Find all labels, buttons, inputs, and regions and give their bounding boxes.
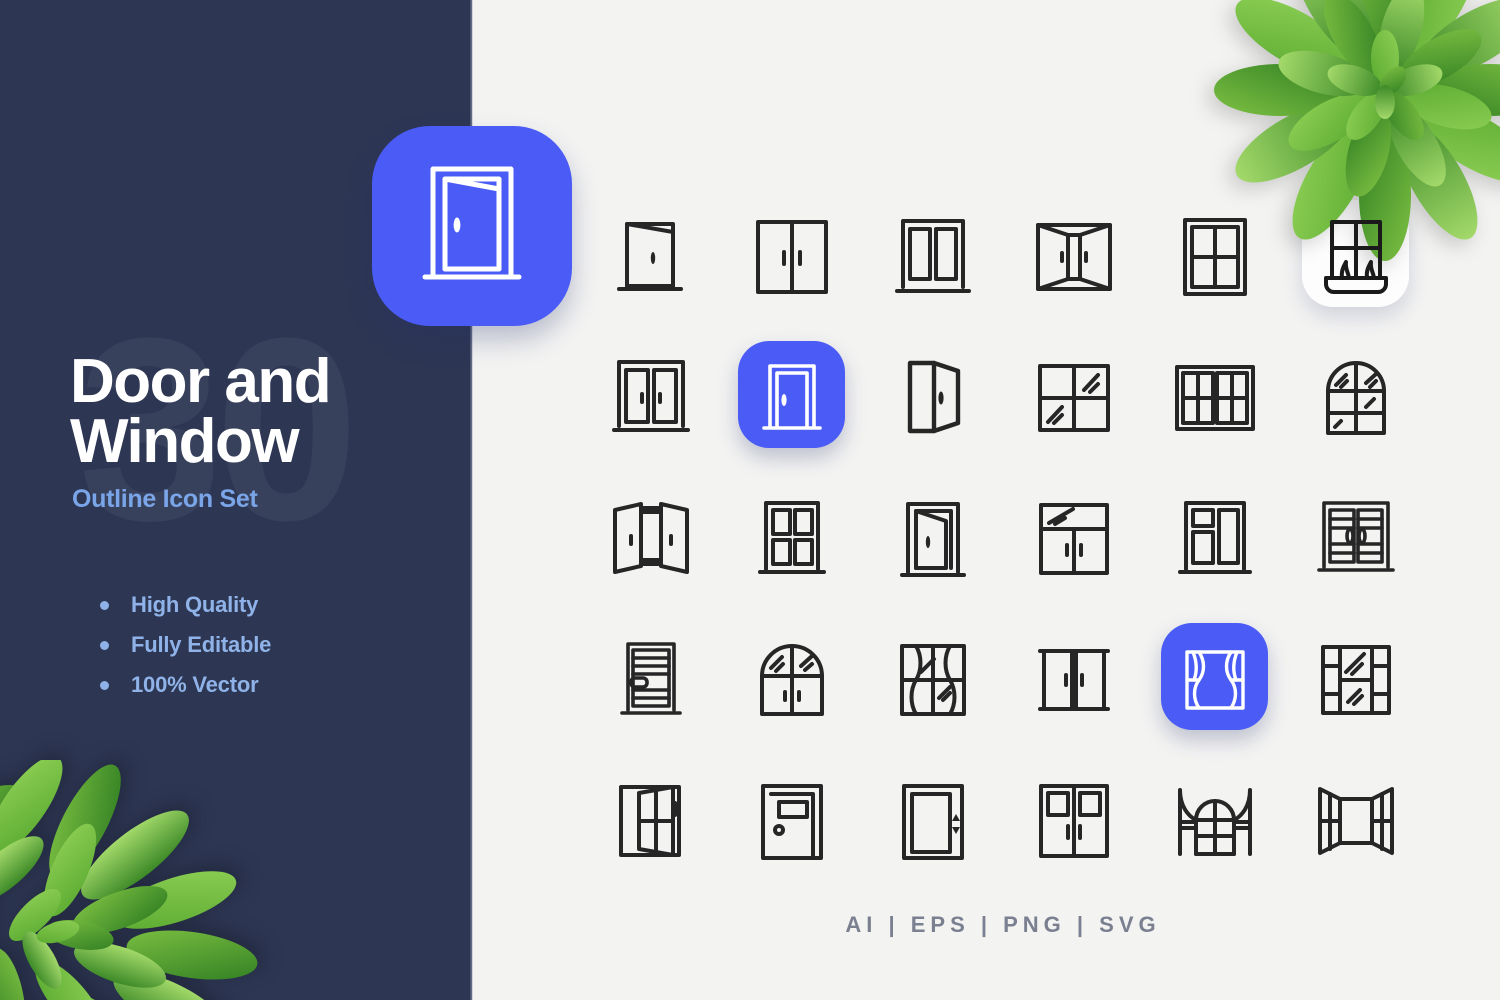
icon-set-poster: 30 Door and Window Outline Icon Set High… <box>0 0 1500 1000</box>
window-casement-open-icon <box>1032 219 1116 295</box>
icon-cell[interactable] <box>580 609 721 750</box>
icon-cell[interactable] <box>1144 186 1285 327</box>
feature-list: High Quality Fully Editable 100% Vector <box>100 592 271 712</box>
window-quad-shine-icon <box>1034 360 1114 436</box>
elevator-door-icon <box>898 780 968 862</box>
icon-cell[interactable] <box>721 186 862 327</box>
window-bay-open-icon <box>1314 783 1398 859</box>
icon-cell[interactable] <box>721 609 862 750</box>
icon-cell[interactable] <box>721 750 862 891</box>
title-line-2: Window <box>70 406 300 476</box>
icon-cell[interactable] <box>862 750 1003 891</box>
window-segmented-shine-icon <box>1318 642 1394 718</box>
icon-cell[interactable] <box>862 468 1003 609</box>
window-curtain-panels-icon <box>896 640 970 720</box>
featured-icon-card[interactable] <box>372 126 572 326</box>
icon-cell[interactable] <box>1003 750 1144 891</box>
window-casement-swing-icon <box>615 781 687 861</box>
open-door-icon <box>413 159 531 294</box>
door-with-sidelight-icon <box>1176 497 1254 581</box>
door-double-icon <box>752 216 832 298</box>
icon-cell[interactable] <box>1003 186 1144 327</box>
door-sliding-panel-icon <box>893 215 973 299</box>
icon-cell[interactable] <box>1285 750 1426 891</box>
page-title: Door and Window <box>70 351 332 473</box>
icon-cell[interactable] <box>1144 750 1285 891</box>
icon-cell[interactable] <box>1003 327 1144 468</box>
window-arched-double-icon <box>754 638 830 722</box>
icon-cell[interactable] <box>862 609 1003 750</box>
door-louvered-double-icon <box>1316 497 1396 581</box>
icon-cell[interactable] <box>580 327 721 468</box>
icon-cell[interactable] <box>1144 468 1285 609</box>
list-item: Fully Editable <box>100 632 271 658</box>
succulent-plant-bottom-left <box>0 760 260 1000</box>
door-double-glass-top-icon <box>1035 780 1113 862</box>
door-shutter-handle-icon <box>618 638 684 722</box>
icon-cell[interactable] <box>1285 609 1426 750</box>
file-formats-label: AI | EPS | PNG | SVG <box>845 912 1161 937</box>
feature-label: Fully Editable <box>131 632 272 657</box>
icon-cell[interactable] <box>580 468 721 609</box>
door-open-single-icon <box>615 216 687 298</box>
page-subtitle: Outline Icon Set <box>72 485 258 514</box>
icon-cell[interactable] <box>862 186 1003 327</box>
icon-cell[interactable] <box>1003 468 1144 609</box>
icon-cell[interactable] <box>1285 468 1426 609</box>
feature-label: 100% Vector <box>131 672 259 697</box>
door-transom-window-icon <box>1035 499 1113 579</box>
door-double-framed-icon <box>611 356 691 440</box>
list-item: High Quality <box>100 592 271 618</box>
bullet-icon <box>100 600 109 610</box>
door-sliding-double-icon <box>1034 641 1114 719</box>
list-item: 100% Vector <box>100 672 271 698</box>
title-block: Door and Window Outline Icon Set <box>70 351 332 514</box>
icon-cell[interactable] <box>580 750 721 891</box>
window-grid-double-icon <box>1172 362 1258 434</box>
door-four-panel-icon <box>756 497 828 581</box>
window-arched-shine-icon <box>1320 357 1392 439</box>
window-curtains-icon <box>1182 647 1248 713</box>
icon-cell-highlight-blue[interactable] <box>721 327 862 468</box>
icon-cell[interactable] <box>580 186 721 327</box>
door-with-mail-slot-icon <box>757 780 827 862</box>
bullet-icon <box>100 640 109 650</box>
icon-grid <box>580 186 1426 891</box>
door-double-open-icon <box>609 498 693 580</box>
icon-cell[interactable] <box>1003 609 1144 750</box>
bullet-icon <box>100 680 109 690</box>
window-four-pane-icon <box>1180 215 1250 299</box>
icon-cell[interactable] <box>721 468 862 609</box>
icon-cell-highlight-white[interactable] <box>1285 186 1426 327</box>
window-planter-box-icon <box>1320 216 1392 298</box>
door-ajar-icon <box>900 357 966 439</box>
door-open-in-frame-icon <box>898 498 968 580</box>
icon-cell[interactable] <box>1285 327 1426 468</box>
window-bay-arched-icon <box>1174 782 1256 860</box>
feature-label: High Quality <box>131 592 259 617</box>
icon-cell[interactable] <box>1144 327 1285 468</box>
icon-cell-highlight-blue[interactable] <box>1144 609 1285 750</box>
door-closed-icon <box>760 360 824 436</box>
icon-cell[interactable] <box>862 327 1003 468</box>
